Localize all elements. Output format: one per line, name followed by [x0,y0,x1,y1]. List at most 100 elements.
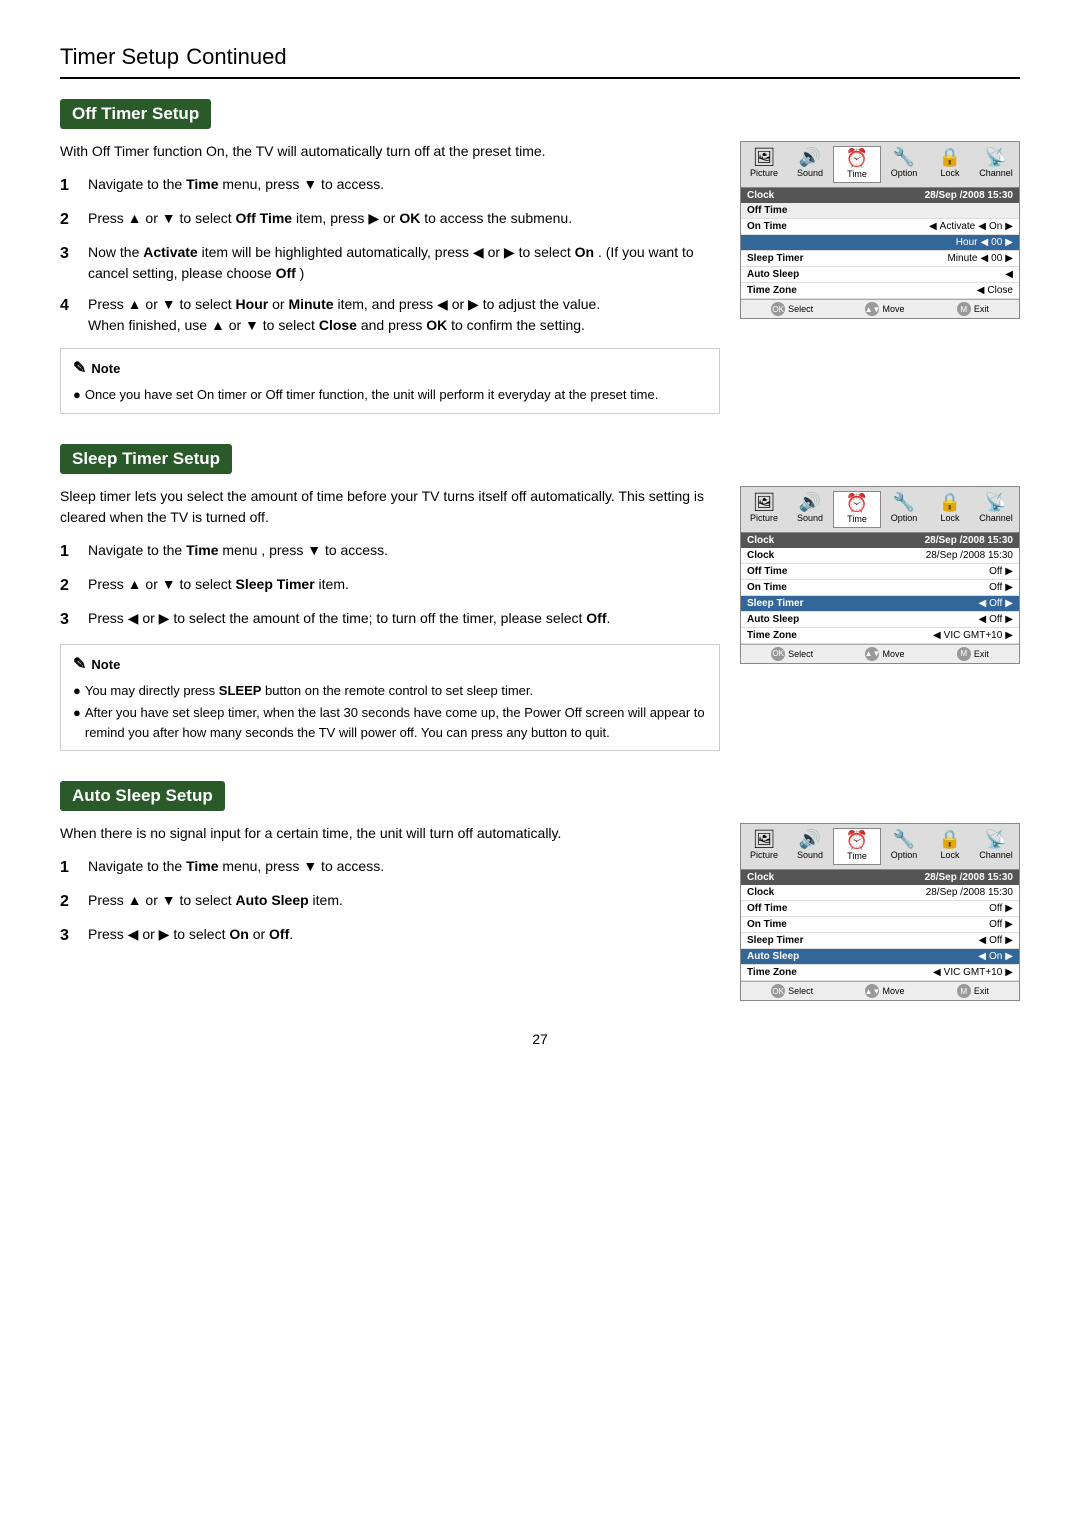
step-item: 2 Press ▲ or ▼ to select Sleep Timer ite… [60,574,720,598]
menu-row: Auto Sleep ◀ On ▶ [741,949,1019,965]
footer-select: OK Select [771,647,813,661]
menu-row-highlight: Hour ◀ 00 ▶ [741,235,1019,251]
page-header: Timer Setup Continued [60,40,1020,79]
menu-icon-option: 🔧 Option [881,146,927,183]
menu-icon-sound: 🔊 Sound [787,828,833,865]
steps-list-off-timer: 1 Navigate to the Time menu, press ▼ to … [60,174,720,336]
menu-row: On Time Off ▶ [741,580,1019,596]
footer-move: ▲▼ Move [865,302,904,316]
menu-icon-bar: 🖼 Picture 🔊 Sound ⏰ Time 🔧 Option 🔒 Lock… [741,487,1019,533]
section-header-off-timer: Off Timer Setup [60,99,211,129]
menu-icon-channel: 📡 Channel [973,828,1019,865]
note-label: Note [91,655,120,675]
menu-section-label: Off Time [741,203,1019,219]
section-auto-sleep: Auto Sleep Setup When there is no signal… [60,781,1020,1001]
move-icon: ▲▼ [865,647,879,661]
note-label: Note [91,359,120,379]
step-number: 1 [60,174,78,198]
section-content-off-timer: With Off Timer function On, the TV will … [60,141,1020,414]
menu-icon-sound: 🔊 Sound [787,146,833,183]
footer-move: ▲▼ Move [865,984,904,998]
menu-row: On Time ◀ Activate ◀ On ▶ [741,219,1019,235]
step-item: 3 Press ◀ or ▶ to select the amount of t… [60,608,720,632]
step-item: 1 Navigate to the Time menu , press ▼ to… [60,540,720,564]
sections-container: Off Timer Setup With Off Timer function … [60,99,1020,1001]
menu-clock-bar: Clock 28/Sep /2008 15:30 [741,188,1019,203]
menu-icon-lock: 🔒 Lock [927,491,973,528]
note-icon: ✎ [73,357,86,381]
menu-icon-time: ⏰ Time [833,491,881,528]
page-title: Timer Setup Continued [60,40,287,70]
step-text: Press ◀ or ▶ to select the amount of the… [88,608,720,632]
menu-icon-sound: 🔊 Sound [787,491,833,528]
menu-icon-picture: 🖼 Picture [741,491,787,528]
menu-row: Off Time Off ▶ [741,564,1019,580]
move-icon: ▲▼ [865,984,879,998]
menu-row-clock: Clock 28/Sep /2008 15:30 [741,885,1019,901]
steps-list-auto-sleep: 1 Navigate to the Time menu, press ▼ to … [60,856,720,948]
page-number: 27 [60,1031,1020,1047]
ok-icon: OK [771,647,785,661]
note-title: ✎ Note [73,653,707,677]
menu-row: Sleep Timer ◀ Off ▶ [741,596,1019,612]
intro-text-off-timer: With Off Timer function On, the TV will … [60,141,720,162]
step-number: 2 [60,890,78,914]
tv-menu: 🖼 Picture 🔊 Sound ⏰ Time 🔧 Option 🔒 Lock… [740,486,1020,664]
menu-icon-picture: 🖼 Picture [741,828,787,865]
section-header-sleep-timer: Sleep Timer Setup [60,444,232,474]
menu-footer: OK Select ▲▼ Move M Exit [741,299,1019,318]
note-box: ✎ Note ●Once you have set On timer or Of… [60,348,720,414]
menu-icon: M [957,647,971,661]
footer-move: ▲▼ Move [865,647,904,661]
section-header-auto-sleep: Auto Sleep Setup [60,781,225,811]
tv-menu: 🖼 Picture 🔊 Sound ⏰ Time 🔧 Option 🔒 Lock… [740,141,1020,319]
menu-row: Auto Sleep ◀ Off ▶ [741,612,1019,628]
menu-icon-channel: 📡 Channel [973,491,1019,528]
footer-select: OK Select [771,984,813,998]
step-item: 1 Navigate to the Time menu, press ▼ to … [60,174,720,198]
step-item: 3 Now the Activate item will be highligh… [60,242,720,284]
step-item: 1 Navigate to the Time menu, press ▼ to … [60,856,720,880]
menu-row: Auto Sleep ◀ [741,267,1019,283]
steps-list-sleep-timer: 1 Navigate to the Time menu , press ▼ to… [60,540,720,632]
footer-select: OK Select [771,302,813,316]
menu-footer: OK Select ▲▼ Move M Exit [741,644,1019,663]
section-sleep-timer: Sleep Timer Setup Sleep timer lets you s… [60,444,1020,752]
section-content-sleep-timer: Sleep timer lets you select the amount o… [60,486,1020,752]
section-text-auto-sleep: When there is no signal input for a cert… [60,823,720,958]
menu-row: Time Zone ◀Close [741,283,1019,299]
step-number: 2 [60,208,78,232]
ok-icon: OK [771,984,785,998]
menu-icon-time: ⏰ Time [833,146,881,183]
section-off-timer: Off Timer Setup With Off Timer function … [60,99,1020,414]
menu-icon-bar: 🖼 Picture 🔊 Sound ⏰ Time 🔧 Option 🔒 Lock… [741,824,1019,870]
step-text: Press ▲ or ▼ to select Sleep Timer item. [88,574,720,598]
note-bullet: ●Once you have set On timer or Off timer… [73,385,707,405]
step-item: 4 Press ▲ or ▼ to select Hour or Minute … [60,294,720,336]
menu-icon-option: 🔧 Option [881,828,927,865]
menu-clock-bar: Clock 28/Sep /2008 15:30 [741,870,1019,885]
move-icon: ▲▼ [865,302,879,316]
footer-exit: M Exit [957,984,989,998]
menu-row: Off Time Off ▶ [741,901,1019,917]
step-number: 1 [60,856,78,880]
note-bullet: ●After you have set sleep timer, when th… [73,703,707,742]
menu-icon-picture: 🖼 Picture [741,146,787,183]
menu-icon: M [957,302,971,316]
menu-icon-time: ⏰ Time [833,828,881,865]
step-text: Press ▲ or ▼ to select Hour or Minute it… [88,294,720,336]
step-item: 3 Press ◀ or ▶ to select On or Off. [60,924,720,948]
step-number: 3 [60,608,78,632]
intro-text-sleep-timer: Sleep timer lets you select the amount o… [60,486,720,528]
menu-row: Time Zone ◀ VIC GMT+10 ▶ [741,965,1019,981]
menu-icon: M [957,984,971,998]
note-icon: ✎ [73,653,86,677]
note-text: You may directly press SLEEP button on t… [85,681,533,701]
menu-icon-channel: 📡 Channel [973,146,1019,183]
menu-icon-bar: 🖼 Picture 🔊 Sound ⏰ Time 🔧 Option 🔒 Lock… [741,142,1019,188]
step-number: 2 [60,574,78,598]
note-text: Once you have set On timer or Off timer … [85,385,658,405]
menu-row-clock: Clock 28/Sep /2008 15:30 [741,548,1019,564]
menu-row: Sleep Timer ◀ Off ▶ [741,933,1019,949]
step-text: Press ▲ or ▼ to select Off Time item, pr… [88,208,720,232]
